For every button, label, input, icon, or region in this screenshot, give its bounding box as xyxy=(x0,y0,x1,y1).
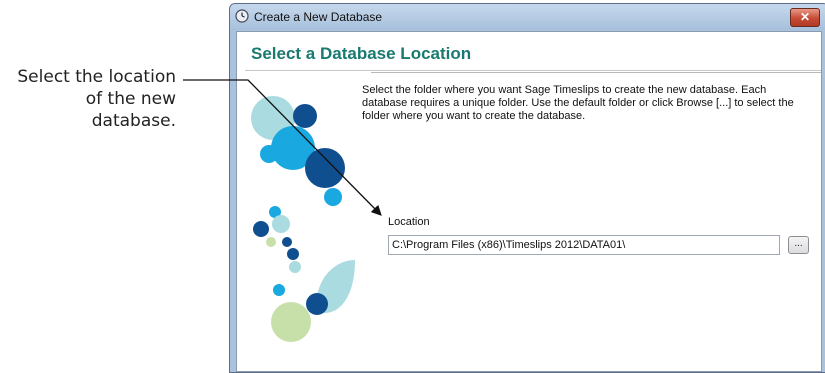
callout-leader-line xyxy=(183,79,382,216)
